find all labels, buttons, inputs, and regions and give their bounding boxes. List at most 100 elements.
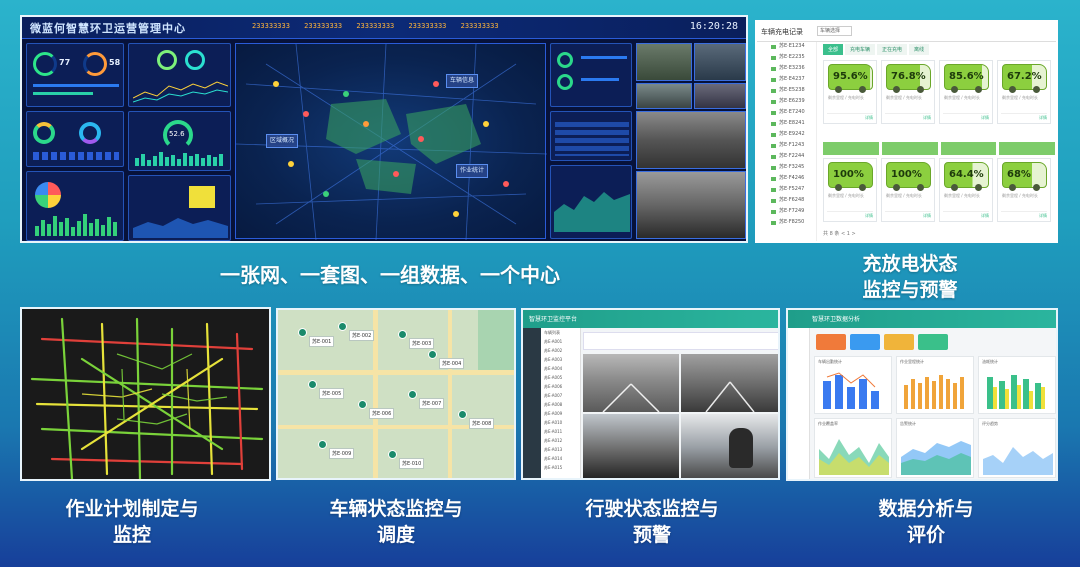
card-detail-link[interactable]: 详情 xyxy=(885,113,931,121)
camera-feed[interactable] xyxy=(636,111,746,169)
vehicle-select[interactable]: 车辆选择 xyxy=(817,26,852,36)
sidebar-vehicle-item[interactable]: 苏E·E6239 xyxy=(757,97,816,108)
vehicle-list-item[interactable]: 苏E·A008 xyxy=(541,400,580,409)
sidebar-vehicle-item[interactable]: 苏E·E1234 xyxy=(757,42,816,53)
vehicle-pin-icon[interactable] xyxy=(388,450,397,459)
vehicle-tag[interactable]: 苏E·009 xyxy=(329,448,355,459)
driver-camera-feed[interactable] xyxy=(681,414,778,478)
battery-card[interactable]: 64.4% 剩余里程 / 充电时长 详情 xyxy=(939,158,993,222)
sidebar-vehicle-item[interactable]: 苏E·F3245 xyxy=(757,163,816,174)
vehicle-list-item[interactable]: 苏E·A006 xyxy=(541,382,580,391)
road-camera-feed[interactable] xyxy=(583,354,679,412)
summary-tile[interactable] xyxy=(850,334,880,350)
sidebar-vehicle-item[interactable]: 苏E·E5238 xyxy=(757,86,816,97)
card-detail-link[interactable]: 详情 xyxy=(827,211,873,219)
vehicle-list-item[interactable]: 苏E·A010 xyxy=(541,418,580,427)
pagination[interactable]: 共 8 条 < 1 > xyxy=(823,230,856,237)
vehicle-list-item[interactable]: 苏E·A005 xyxy=(541,373,580,382)
summary-tile[interactable] xyxy=(884,334,914,350)
vehicle-pin-icon[interactable] xyxy=(318,440,327,449)
nav-rail[interactable] xyxy=(523,328,541,478)
vehicle-list-item[interactable]: 苏E·A013 xyxy=(541,445,580,454)
battery-card[interactable]: 67.2% 剩余里程 / 充电时长 详情 xyxy=(997,60,1051,124)
battery-card[interactable]: 100% 剩余里程 / 充电时长 详情 xyxy=(881,158,935,222)
analytics-sidebar[interactable] xyxy=(788,328,810,479)
sidebar-vehicle-item[interactable]: 苏E·E9242 xyxy=(757,130,816,141)
vehicle-tag[interactable]: 苏E·002 xyxy=(349,330,375,341)
vehicle-pin-icon[interactable] xyxy=(408,390,417,399)
battery-card[interactable]: 95.6% 剩余里程 / 充电时长 详情 xyxy=(823,60,877,124)
sidebar-vehicle-item[interactable]: 苏E·E4237 xyxy=(757,75,816,86)
map-popup[interactable]: 作业统计 xyxy=(456,164,489,178)
vehicle-pin-icon[interactable] xyxy=(338,322,347,331)
sidebar-vehicle-item[interactable]: 苏E·E3236 xyxy=(757,64,816,75)
battery-card[interactable]: 68% 剩余里程 / 充电时长 详情 xyxy=(997,158,1051,222)
sidebar-vehicle-item[interactable]: 苏E·F2244 xyxy=(757,152,816,163)
wheel-icon xyxy=(951,86,958,93)
vehicle-list-item[interactable]: 苏E·A007 xyxy=(541,391,580,400)
vehicle-tag[interactable]: 苏E·008 xyxy=(469,418,495,429)
vehicle-list-item[interactable]: 苏E·A011 xyxy=(541,427,580,436)
cabin-camera-feed[interactable] xyxy=(583,414,679,478)
sidebar-vehicle-item[interactable]: 苏E·E8241 xyxy=(757,119,816,130)
vehicle-pin-icon[interactable] xyxy=(398,330,407,339)
vehicle-tag[interactable]: 苏E·003 xyxy=(409,338,435,349)
sidebar-vehicle-item[interactable]: 苏E·F5247 xyxy=(757,185,816,196)
sidebar-vehicle-item[interactable]: 苏E·E7240 xyxy=(757,108,816,119)
vehicle-pin-icon[interactable] xyxy=(308,380,317,389)
tab-all[interactable]: 全部 xyxy=(823,44,844,55)
vehicle-list-item[interactable]: 苏E·A004 xyxy=(541,364,580,373)
card-detail-link[interactable]: 详情 xyxy=(943,113,989,121)
card-detail-link[interactable]: 详情 xyxy=(885,211,931,219)
tab-charging-now[interactable]: 正在充电 xyxy=(877,44,908,55)
sidebar-vehicle-item[interactable]: 苏E·F6248 xyxy=(757,196,816,207)
road-camera-feed[interactable] xyxy=(681,354,778,412)
vehicle-tag[interactable]: 苏E·004 xyxy=(439,358,465,369)
camera-feed[interactable] xyxy=(694,43,746,81)
vehicle-tag[interactable]: 苏E·006 xyxy=(369,408,395,419)
wheel-icon xyxy=(893,184,900,191)
vehicle-list-item[interactable]: 苏E·A014 xyxy=(541,454,580,463)
battery-card[interactable]: 76.8% 剩余里程 / 充电时长 详情 xyxy=(881,60,935,124)
vehicle-list-item[interactable]: 苏E·A012 xyxy=(541,436,580,445)
vehicle-list-item[interactable]: 苏E·A009 xyxy=(541,409,580,418)
vehicle-tag[interactable]: 苏E·001 xyxy=(309,336,335,347)
sidebar-vehicle-item[interactable]: 苏E·F1243 xyxy=(757,141,816,152)
sidebar-vehicle-item[interactable]: 苏E·F7249 xyxy=(757,207,816,218)
vehicle-pin-icon[interactable] xyxy=(458,410,467,419)
tab-offline[interactable]: 离线 xyxy=(909,44,930,55)
camera-feed[interactable] xyxy=(694,83,746,109)
vehicle-list-item[interactable]: 苏E·A001 xyxy=(541,337,580,346)
toolbar[interactable] xyxy=(583,332,778,350)
card-detail-link[interactable]: 详情 xyxy=(1001,113,1047,121)
map-popup[interactable]: 车辆信息 xyxy=(446,74,479,88)
sidebar-vehicle-item[interactable]: 苏E·F8250 xyxy=(757,218,816,229)
vehicle-tag[interactable]: 苏E·010 xyxy=(399,458,425,469)
vehicle-list-item[interactable]: 苏E·A015 xyxy=(541,463,580,472)
progress-line xyxy=(33,84,119,87)
card-detail-link[interactable]: 详情 xyxy=(943,211,989,219)
vehicle-list-item[interactable]: 苏E·A003 xyxy=(541,355,580,364)
vehicle-pin-icon[interactable] xyxy=(428,350,437,359)
battery-card[interactable]: 85.6% 剩余里程 / 充电时长 详情 xyxy=(939,60,993,124)
vehicle-list: 车辆列表 苏E·A001 苏E·A002 苏E·A003 苏E·A004 苏E·A005 苏… xyxy=(541,328,581,478)
sidebar-vehicle-item[interactable]: 苏E·F4246 xyxy=(757,174,816,185)
card-detail-link[interactable]: 详情 xyxy=(1001,211,1047,219)
vehicle-list-item[interactable]: 苏E·A002 xyxy=(541,346,580,355)
camera-feed[interactable] xyxy=(636,171,746,239)
city-map[interactable]: 区域概况 车辆信息 作业统计 xyxy=(235,43,547,240)
tab-charging-vehicles[interactable]: 充电车辆 xyxy=(845,44,876,55)
vehicle-tag[interactable]: 苏E·007 xyxy=(419,398,445,409)
camera-feed[interactable] xyxy=(636,83,692,109)
sidebar-vehicle-item[interactable]: 苏E·E2235 xyxy=(757,53,816,64)
vehicle-status-map[interactable]: 苏E·001 苏E·002 苏E·003 苏E·004 苏E·005 苏E·006 苏E·0… xyxy=(276,308,516,480)
map-popup[interactable]: 区域概况 xyxy=(266,134,299,148)
summary-tile[interactable] xyxy=(816,334,846,350)
vehicle-pin-icon[interactable] xyxy=(358,400,367,409)
card-detail-link[interactable]: 详情 xyxy=(827,113,873,121)
battery-card[interactable]: 100% 剩余里程 / 充电时长 详情 xyxy=(823,158,877,222)
vehicle-tag[interactable]: 苏E·005 xyxy=(319,388,345,399)
vehicle-pin-icon[interactable] xyxy=(298,328,307,337)
summary-tile[interactable] xyxy=(918,334,948,350)
camera-feed[interactable] xyxy=(636,43,692,81)
